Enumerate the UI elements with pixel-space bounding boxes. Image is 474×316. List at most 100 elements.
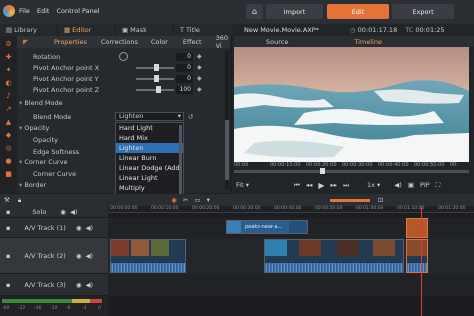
zoom-bar[interactable]: [329, 198, 370, 202]
trash-icon[interactable]: ▭: [194, 196, 200, 204]
tab-library[interactable]: ▤ Library: [0, 24, 58, 36]
pivot-z-slider[interactable]: [136, 85, 174, 93]
visibility-icon[interactable]: ◉: [76, 252, 82, 260]
speed-select[interactable]: 1x ▾: [367, 181, 380, 189]
pivot-x-handle[interactable]: [154, 63, 159, 71]
blend-option[interactable]: Linear Burn: [116, 153, 183, 163]
pivot-x-value[interactable]: 0: [176, 63, 193, 72]
timeline-clip[interactable]: peaks-near-a...: [226, 220, 308, 234]
lock-icon[interactable]: ▪: [6, 224, 10, 232]
playhead-marker[interactable]: [320, 168, 325, 174]
lock-icon[interactable]: ▪: [6, 281, 10, 289]
tab-source[interactable]: Source: [266, 38, 288, 46]
lock-icon[interactable]: ▪: [6, 252, 10, 260]
visibility-icon[interactable]: ◉: [76, 281, 82, 289]
reset-icon[interactable]: ↺: [188, 113, 193, 121]
home-button[interactable]: ⌂: [246, 4, 263, 19]
menu-control-panel[interactable]: Control Panel: [56, 7, 99, 15]
subtab-corrections[interactable]: Corrections: [101, 38, 138, 46]
blend-option[interactable]: Hard Mix: [116, 133, 183, 143]
tab-editor[interactable]: ▦ Editor: [58, 24, 116, 36]
menu-edit[interactable]: Edit: [37, 7, 50, 15]
edit-button[interactable]: Edit: [327, 4, 389, 19]
rotation-dial-icon[interactable]: [119, 52, 128, 61]
track-lock-icon[interactable]: 🔒︎: [18, 196, 21, 205]
export-button[interactable]: Export: [392, 4, 454, 19]
tools-icon[interactable]: ⚒: [4, 196, 10, 204]
preview-scrub-bar[interactable]: [234, 168, 469, 174]
audio-toggle-icon[interactable]: ◀): [86, 224, 94, 232]
subtab-color[interactable]: Color: [151, 38, 168, 46]
border-section[interactable]: Border: [19, 181, 46, 189]
rotation-value[interactable]: 0: [176, 52, 193, 61]
pivot-y-handle[interactable]: [154, 74, 159, 82]
visibility-icon[interactable]: ◉: [60, 208, 66, 216]
lock-icon[interactable]: ▪: [6, 208, 10, 216]
timeline-clip-selected[interactable]: [406, 218, 428, 238]
blend-option[interactable]: Linear Light: [116, 173, 183, 183]
blend-option[interactable]: Linear Dodge (Add): [116, 163, 183, 173]
skip-start-icon[interactable]: ⏮: [294, 181, 300, 190]
stabilize-icon[interactable]: ◎: [4, 144, 13, 153]
pivot-y-value[interactable]: 0: [176, 74, 193, 83]
timeline-clip[interactable]: [264, 239, 404, 273]
magnet-icon[interactable]: ◉: [171, 196, 177, 204]
panel-scrollbar-thumb[interactable]: [225, 120, 229, 180]
audio-toggle-icon[interactable]: ◀): [86, 252, 94, 260]
audio-toggle-icon[interactable]: ◀): [70, 208, 78, 216]
settings-icon[interactable]: ⚙: [4, 40, 13, 49]
tab-mask[interactable]: ▣ Mask: [116, 24, 174, 36]
box-icon[interactable]: ◆: [4, 131, 13, 140]
audio-toggle-icon[interactable]: ◀): [86, 281, 94, 289]
timeline-clip[interactable]: [406, 239, 428, 273]
step-back-icon[interactable]: ◂◂: [306, 181, 313, 189]
corner-curve-section[interactable]: Corner Curve: [19, 158, 67, 166]
keyframe-icon[interactable]: ◆: [197, 86, 202, 93]
subtab-effect[interactable]: Effect: [183, 38, 202, 46]
keyframe-icon[interactable]: ◆: [197, 53, 202, 60]
blend-option[interactable]: Multiply: [116, 183, 183, 193]
subtab-360[interactable]: 360 Vi: [216, 34, 230, 50]
blend-option[interactable]: Lighten: [116, 143, 183, 153]
fullscreen-icon[interactable]: ⛶: [436, 181, 441, 190]
lock-icon[interactable]: ▲: [4, 118, 13, 127]
pivot-x-slider[interactable]: [136, 63, 174, 71]
zoom-fit-icon[interactable]: ⊡: [378, 196, 383, 204]
timeline-playhead[interactable]: [421, 206, 422, 316]
fx-icon[interactable]: ◤: [23, 38, 28, 46]
blend-mode-section[interactable]: Blend Mode: [19, 99, 62, 107]
camera-icon[interactable]: ▣: [408, 181, 414, 189]
blend-mode-select[interactable]: Lighten ▾: [115, 112, 184, 121]
speed-icon[interactable]: ◐: [4, 79, 13, 88]
pip-button[interactable]: PIP: [420, 181, 430, 189]
menu-file[interactable]: File: [19, 7, 30, 15]
pivot-y-slider[interactable]: [136, 74, 174, 82]
skip-end-icon[interactable]: ⏭: [343, 181, 349, 190]
keyframe-icon[interactable]: ◆: [197, 64, 202, 71]
pan-zoom-icon[interactable]: ✚: [4, 53, 13, 62]
step-forward-icon[interactable]: ▸▸: [331, 181, 338, 189]
timeline-clip[interactable]: [110, 239, 186, 273]
subtab-properties[interactable]: Properties: [54, 38, 87, 46]
razor-icon[interactable]: ✂: [183, 196, 188, 204]
panel-scrollbar[interactable]: [225, 50, 229, 190]
tab-timeline[interactable]: Timeline: [354, 38, 382, 46]
fit-select[interactable]: Fit ▾: [234, 181, 264, 189]
marker-icon[interactable]: ▾: [207, 196, 210, 204]
text-icon[interactable]: ■: [4, 170, 13, 179]
pivot-z-handle[interactable]: [156, 85, 161, 93]
import-button[interactable]: Import: [266, 4, 323, 19]
pivot-z-value[interactable]: 100: [176, 85, 193, 94]
audio-icon[interactable]: ♪: [4, 92, 13, 101]
magic-icon[interactable]: ✦: [4, 66, 13, 75]
keyframe-icon[interactable]: ◆: [197, 75, 202, 82]
opacity-section[interactable]: Opacity: [19, 124, 49, 132]
visibility-icon[interactable]: ◉: [76, 224, 82, 232]
timeline-ruler[interactable]: 00:00:00:00 00:00:10:00 00:00:20:00 00:00:3…: [108, 206, 474, 213]
video-preview[interactable]: [234, 47, 469, 162]
motion-icon[interactable]: ↗: [4, 105, 13, 114]
palette-icon[interactable]: ●: [4, 157, 13, 166]
blend-option[interactable]: Hard Light: [116, 123, 183, 133]
volume-icon[interactable]: ◀): [394, 181, 402, 189]
play-icon[interactable]: ▶: [318, 181, 324, 190]
